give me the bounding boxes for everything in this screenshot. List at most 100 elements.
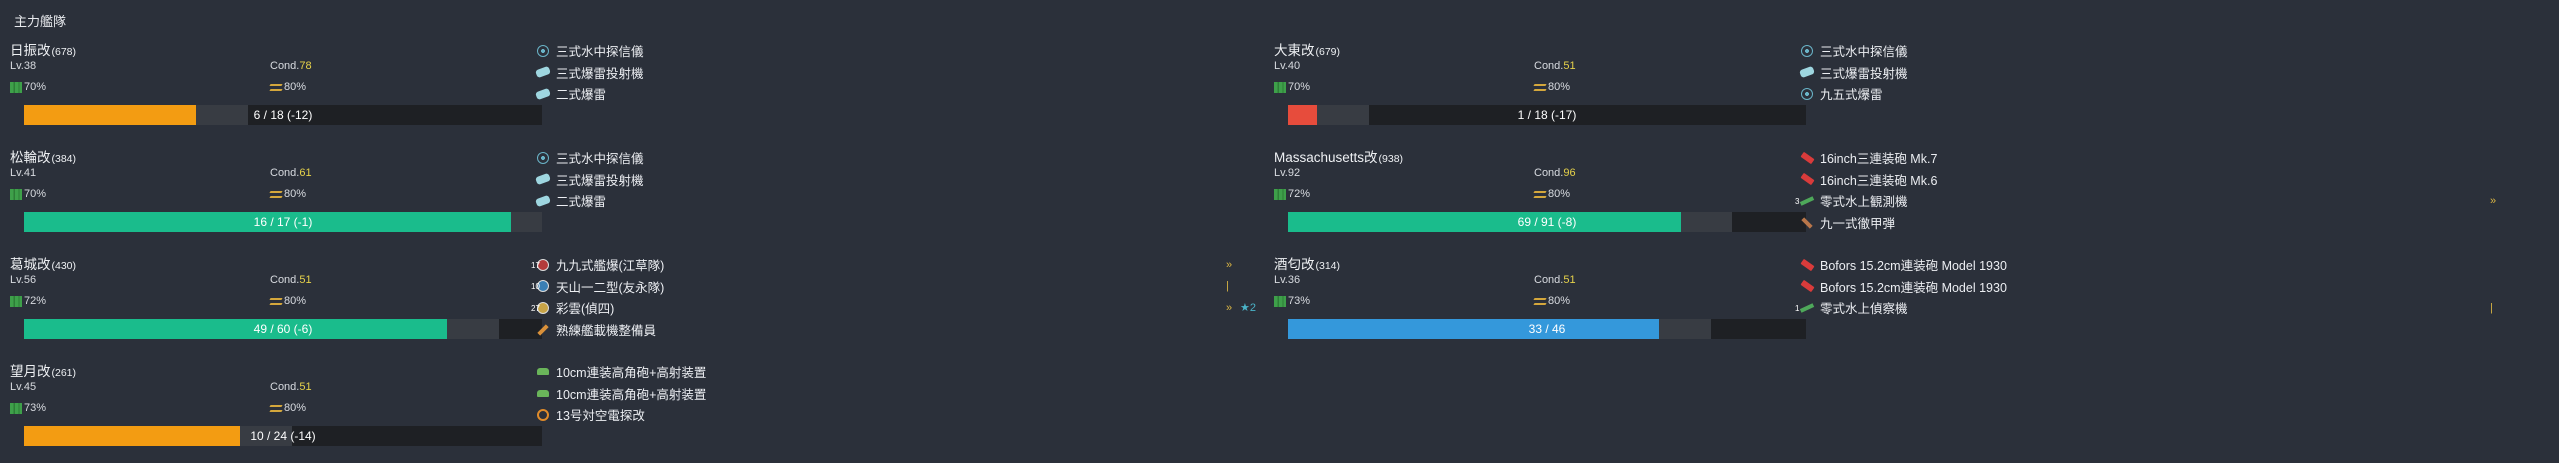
equipment-item[interactable]: Bofors 15.2cm連装砲 Model 1930 bbox=[1799, 276, 2520, 298]
equipment-list: 17 九九式艦爆(江草隊) » 10 天山一二型(友永隊) | 27 彩雲(偵四) » ★2 熟練艦… bbox=[531, 254, 1256, 341]
equipment-item[interactable]: 16inch三連装砲 Mk.7 bbox=[1799, 147, 2520, 169]
fuel-value: 72% bbox=[24, 295, 47, 307]
fuel-icon bbox=[1274, 188, 1286, 200]
equipment-name: Bofors 15.2cm連装砲 Model 1930 bbox=[1820, 280, 2007, 295]
cond-value: 51 bbox=[299, 381, 312, 393]
equipment-item[interactable]: 10cm連装高角砲+高射装置 bbox=[536, 361, 1256, 383]
large-gun-icon bbox=[1799, 172, 1815, 186]
equipment-item[interactable]: 13号対空電探改 bbox=[536, 404, 1256, 426]
ship-name[interactable]: 望月改(261) bbox=[10, 360, 76, 380]
sonar-icon bbox=[1800, 44, 1814, 58]
large-gun-icon-shape bbox=[1799, 280, 1815, 293]
equipment-name: Bofors 15.2cm連装砲 Model 1930 bbox=[1820, 259, 2007, 274]
ship-card[interactable]: 日振改(678) Lv.38 Cond.78 70% 80% 6 / 18 (-12) 三式… bbox=[0, 36, 1270, 142]
equipment-item[interactable]: 三式爆雷投射機 bbox=[535, 169, 1256, 191]
ship-id: (430) bbox=[51, 260, 77, 272]
fuel-icon bbox=[10, 402, 22, 414]
depth-charge-icon bbox=[535, 87, 551, 101]
level-prefix: Lv. bbox=[10, 381, 24, 393]
equipment-item[interactable]: 16inch三連装砲 Mk.6 bbox=[1799, 169, 2520, 191]
ship-card[interactable]: 大東改(679) Lv.40 Cond.51 70% 80% 1 / 18 (-17) 三式… bbox=[1264, 36, 2534, 142]
ammo-value: 80% bbox=[1548, 295, 1571, 307]
depth-charge-projector-icon-shape bbox=[535, 66, 551, 79]
ship-name[interactable]: Massachusetts改(938) bbox=[1274, 146, 1403, 166]
ammo-icon bbox=[1534, 190, 1546, 199]
improvement-level: ★2 bbox=[1240, 302, 1256, 315]
equipment-item[interactable]: 二式爆雷 bbox=[535, 190, 1256, 212]
equipment-item[interactable]: 三式水中探信儀 bbox=[536, 147, 1256, 169]
ship-level: Lv.92 bbox=[1274, 167, 1300, 179]
depth-charge-projector-icon-shape bbox=[1799, 66, 1815, 79]
hp-bar: 69 / 91 (-8) bbox=[1288, 212, 1806, 232]
equipment-name: 16inch三連装砲 Mk.6 bbox=[1820, 173, 1938, 188]
large-gun-icon bbox=[1799, 151, 1815, 165]
fuel-value: 72% bbox=[1288, 188, 1311, 200]
hp-bar: 16 / 17 (-1) bbox=[24, 212, 542, 232]
cond-value: 61 bbox=[299, 167, 312, 179]
ap-shell-icon-shape bbox=[1801, 216, 1813, 229]
ship-condition: Cond.78 bbox=[270, 60, 312, 72]
ship-card[interactable]: 葛城改(430) Lv.56 Cond.51 72% 80% 49 / 60 (-6) 17… bbox=[0, 250, 1270, 356]
cond-prefix: Cond. bbox=[270, 274, 300, 286]
seaplane-icon-shape bbox=[1799, 303, 1815, 313]
fuel-status: 73% bbox=[1274, 295, 1310, 307]
cond-prefix: Cond. bbox=[270, 60, 300, 72]
ammo-icon bbox=[270, 83, 282, 92]
level-prefix: Lv. bbox=[1274, 167, 1288, 179]
equipment-name: 13号対空電探改 bbox=[556, 409, 645, 424]
ship-card[interactable]: 酒匂改(314) Lv.36 Cond.51 73% 80% 33 / 46 Bofors … bbox=[1264, 250, 2534, 356]
equipment-item[interactable]: Bofors 15.2cm連装砲 Model 1930 bbox=[1799, 254, 2520, 276]
hp-bar: 49 / 60 (-6) bbox=[24, 319, 542, 339]
ammo-status: 80% bbox=[1534, 81, 1570, 93]
equipment-item[interactable]: 3 零式水上観測機 » bbox=[1795, 190, 2520, 212]
ship-card[interactable]: 松輪改(384) Lv.41 Cond.61 70% 80% 16 / 17 (-1) 三式… bbox=[0, 143, 1270, 249]
depth-charge-icon-shape bbox=[535, 194, 551, 208]
cond-prefix: Cond. bbox=[270, 167, 300, 179]
large-gun-icon bbox=[1799, 258, 1815, 272]
ship-name[interactable]: 大東改(679) bbox=[1274, 39, 1340, 59]
equipment-item[interactable]: 二式爆雷 bbox=[535, 83, 1256, 105]
equipment-item[interactable]: 10cm連装高角砲+高射装置 bbox=[536, 383, 1256, 405]
equipment-item[interactable]: 熟練艦載機整備員 bbox=[536, 319, 1256, 341]
ship-name[interactable]: 葛城改(430) bbox=[10, 253, 76, 273]
ship-level: Lv.56 bbox=[10, 274, 36, 286]
equipment-list: 10cm連装高角砲+高射装置 10cm連装高角砲+高射装置 13号対空電探改 bbox=[536, 361, 1256, 426]
fuel-value: 70% bbox=[24, 188, 47, 200]
equipment-item[interactable]: 1 零式水上偵察機 | bbox=[1795, 297, 2520, 319]
cond-prefix: Cond. bbox=[1534, 60, 1564, 72]
equipment-name: 三式爆雷投射機 bbox=[556, 173, 644, 188]
equipment-name: 二式爆雷 bbox=[556, 88, 607, 103]
ship-name[interactable]: 酒匂改(314) bbox=[1274, 253, 1340, 273]
ship-name[interactable]: 松輪改(384) bbox=[10, 146, 76, 166]
sonar-icon-shape bbox=[537, 44, 549, 57]
ship-card[interactable]: Massachusetts改(938) Lv.92 Cond.96 72% 80% 69 … bbox=[1264, 143, 2534, 249]
equipment-item[interactable]: 三式水中探信儀 bbox=[536, 40, 1256, 62]
ammo-status: 80% bbox=[270, 402, 306, 414]
equipment-name: 10cm連装高角砲+高射装置 bbox=[556, 366, 707, 381]
sonar-icon-shape bbox=[537, 151, 549, 164]
equipment-item[interactable]: 三式爆雷投射機 bbox=[535, 62, 1256, 84]
equipment-item[interactable]: 九五式爆雷 bbox=[1800, 83, 2520, 105]
equipment-name: 10cm連装高角砲+高射装置 bbox=[556, 387, 707, 402]
equipment-item[interactable]: 三式水中探信儀 bbox=[1800, 40, 2520, 62]
equipment-name: 三式水中探信儀 bbox=[1820, 45, 1908, 60]
ammo-icon bbox=[270, 297, 282, 306]
equipment-name: 三式爆雷投射機 bbox=[556, 66, 644, 81]
level-prefix: Lv. bbox=[1274, 274, 1288, 286]
fuel-status: 72% bbox=[1274, 188, 1310, 200]
proficiency-icon: | bbox=[1226, 280, 1229, 293]
equipment-item[interactable]: 10 天山一二型(友永隊) | bbox=[531, 276, 1256, 298]
ship-name[interactable]: 日振改(678) bbox=[10, 39, 76, 59]
ship-card[interactable]: 望月改(261) Lv.45 Cond.51 73% 80% 10 / 24 (-14) 1… bbox=[0, 357, 1270, 463]
equipment-item[interactable]: 27 彩雲(偵四) » ★2 bbox=[531, 297, 1256, 319]
cond-value: 51 bbox=[299, 274, 312, 286]
ammo-icon bbox=[270, 404, 282, 413]
hp-text: 49 / 60 (-6) bbox=[253, 322, 313, 336]
equipment-item[interactable]: 17 九九式艦爆(江草隊) » bbox=[531, 254, 1256, 276]
fuel-status: 72% bbox=[10, 295, 46, 307]
equipment-item[interactable]: 九一式徹甲弾 bbox=[1800, 212, 2520, 234]
seaplane-icon-shape bbox=[1799, 196, 1815, 206]
ship-id: (679) bbox=[1315, 46, 1341, 58]
equipment-item[interactable]: 三式爆雷投射機 bbox=[1799, 62, 2520, 84]
hp-text: 1 / 18 (-17) bbox=[1517, 108, 1577, 122]
